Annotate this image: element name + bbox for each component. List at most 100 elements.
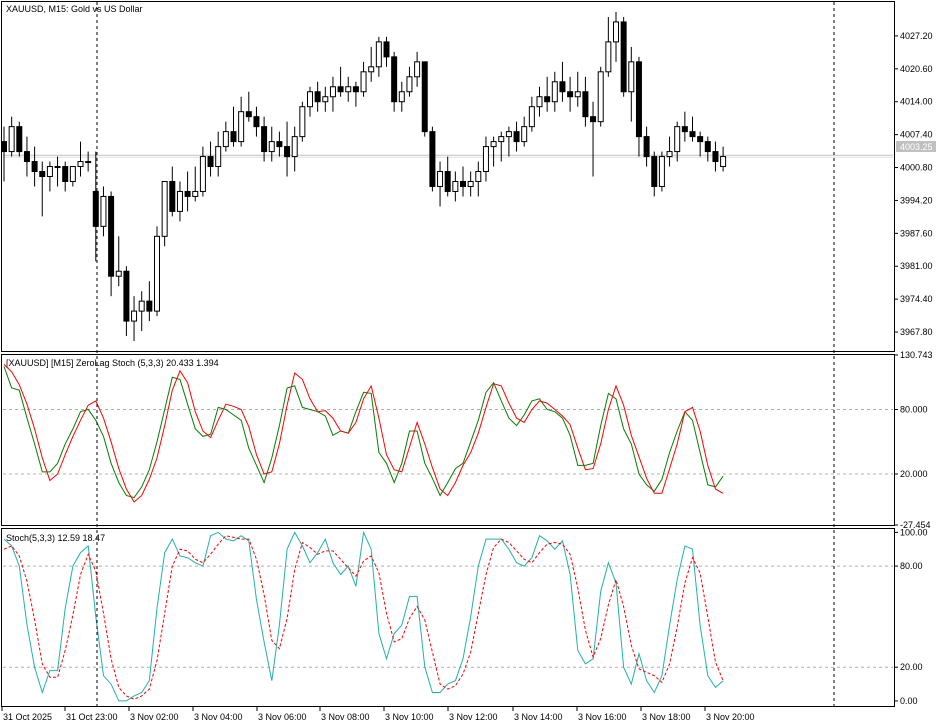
candle-body (513, 131, 520, 143)
candle-body (322, 96, 329, 103)
candle-body (391, 56, 398, 103)
candle-body (85, 161, 92, 164)
candle (161, 180, 168, 247)
candle (597, 66, 604, 127)
candle-body (261, 126, 268, 153)
candle-body (429, 131, 436, 187)
candle-body (689, 131, 696, 138)
candle-body (582, 91, 589, 118)
candle-body (253, 116, 260, 128)
tick-label: 80.00 (900, 561, 923, 571)
time-axis: 31 Oct 2025 31 Oct 23:00 3 Nov 02:00 3 Nov … (1, 707, 755, 722)
time-label: 3 Nov 04:00 (194, 712, 243, 722)
candle-body (345, 86, 352, 93)
candle-body (444, 171, 451, 192)
tick-label: 0.00 (900, 696, 918, 706)
candle-body (276, 141, 283, 148)
time-label: 3 Nov 18:00 (642, 712, 691, 722)
time-label: 3 Nov 12:00 (449, 712, 498, 722)
candle-body (421, 61, 428, 133)
candle-body (238, 111, 245, 143)
candle-body (245, 111, 252, 118)
candle-body (697, 136, 704, 143)
candle-body (284, 146, 291, 158)
candle-body (475, 171, 482, 182)
candle-body (92, 190, 99, 227)
price-tick-label: 4020.60 (900, 64, 933, 74)
time-label: 3 Nov 20:00 (706, 712, 755, 722)
candle-body (505, 131, 512, 138)
price-tick-label: 3974.40 (900, 294, 933, 304)
candle-body (574, 91, 581, 98)
candle-body (590, 116, 597, 123)
candle (421, 61, 428, 137)
candle-body (169, 180, 176, 212)
candle-body (467, 180, 474, 187)
candle-body (635, 61, 642, 138)
candle-body (46, 166, 53, 177)
price-tick-label: 3987.60 (900, 228, 933, 238)
price-tick-label: 4000.80 (900, 163, 933, 173)
candle-body (551, 81, 558, 103)
candle-body (452, 180, 459, 192)
zerolag-y-axis: 130.74380.00020.000-27.454 (894, 350, 933, 530)
candle-body (368, 66, 375, 73)
stoch-panel-title: Stoch(5,3,3) 12.59 18.47 (6, 533, 105, 543)
candle-body (658, 156, 665, 187)
candle-body (31, 161, 38, 173)
candle-body (299, 106, 306, 138)
time-label: 3 Nov 02:00 (130, 712, 179, 722)
candle-body (605, 41, 612, 73)
candle (16, 121, 23, 157)
time-label: 31 Oct 23:00 (66, 712, 118, 722)
stoch-panel-frame (1, 528, 895, 707)
candle-body (460, 180, 466, 187)
candle-body (712, 151, 719, 163)
tick-label: 20.000 (900, 469, 928, 479)
candle-body (681, 126, 688, 133)
candle-body (375, 41, 382, 68)
candle-body (184, 190, 191, 197)
candle-body (498, 136, 505, 143)
candle-body (176, 190, 183, 212)
candle-body (100, 195, 107, 227)
price-tick-label: 4014.00 (900, 97, 933, 107)
time-label: 3 Nov 10:00 (385, 712, 434, 722)
candle-body (108, 195, 115, 277)
stoch-panel[interactable]: Stoch(5,3,3) 12.59 18.47 100.00 80.00 20.0… (1, 527, 928, 707)
price-tick-label: 4007.40 (900, 130, 933, 140)
zerolag-panel-title: [XAUUSD] [M15] ZeroLag Stoch (5,3,3) 20.… (6, 358, 219, 368)
candle-body (620, 21, 627, 93)
candle-body (536, 96, 543, 108)
candle-body (383, 41, 390, 58)
price-tick-label: 4027.20 (900, 31, 933, 41)
candle-body (115, 270, 122, 277)
candle-body (329, 86, 336, 98)
candle-body (199, 156, 206, 192)
candle-body (398, 91, 405, 103)
price-panel[interactable]: XAUUSD, M15: Gold vs US Dollar 4027.2040… (1, 1, 937, 352)
candle-body (192, 190, 199, 197)
current-price-label: 4003.25 (900, 142, 933, 152)
candle-body (23, 151, 30, 163)
candle-body (1, 141, 7, 153)
candle-body (651, 156, 658, 187)
candle-body (291, 136, 298, 158)
stoch-y-axis: 100.00 80.00 20.00 0.00 (894, 527, 928, 706)
price-y-axis: 4027.20 4020.60 4014.00 4007.40 4000.80 3994.… (894, 31, 933, 337)
zerolag-panel[interactable]: [XAUUSD] [M15] ZeroLag Stoch (5,3,3) 20.… (1, 350, 933, 530)
candle-body (131, 310, 138, 322)
candle-body (161, 180, 168, 237)
candle-body (437, 171, 444, 187)
candle-body (666, 151, 673, 158)
candle-body (8, 126, 15, 153)
candle-body (628, 61, 635, 93)
candle-body (138, 300, 145, 312)
candle (620, 16, 627, 97)
candle-body (215, 146, 222, 168)
candle-body (643, 136, 650, 158)
candle-body (230, 131, 237, 143)
tick-label: 80.000 (900, 405, 928, 415)
candle (299, 101, 306, 142)
tick-label: 130.743 (900, 350, 933, 360)
